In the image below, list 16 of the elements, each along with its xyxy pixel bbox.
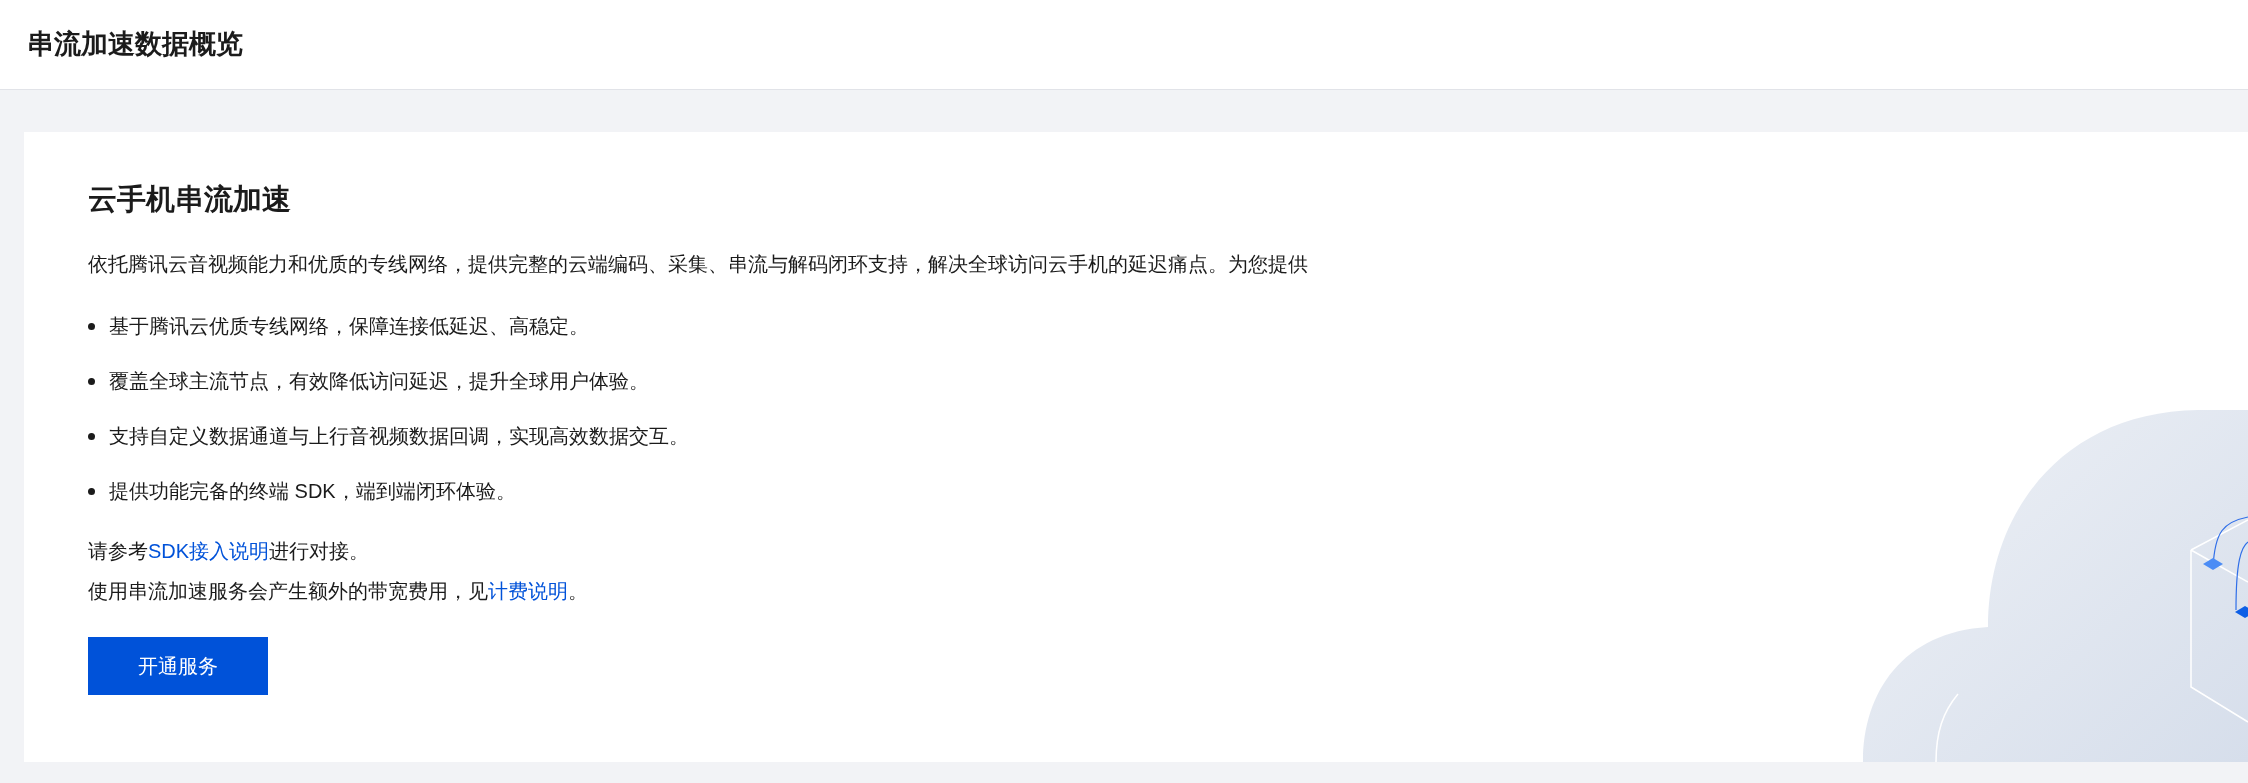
feature-text: 支持自定义数据通道与上行音视频数据回调，实现高效数据交互。 [109, 424, 689, 450]
bullet-icon [88, 322, 95, 330]
card-title: 云手机串流加速 [88, 182, 292, 217]
bullet-icon [88, 377, 95, 385]
intro-text: 依托腾讯云音视频能力和优质的专线网络，提供完整的云端编码、采集、串流与解码闭环支持，解决全球访问云手机的延迟痛点。为您提供 [88, 251, 1309, 277]
bullet-icon [88, 487, 95, 495]
doc-link[interactable]: 计费说明 [488, 579, 568, 602]
activate-service-button[interactable]: 开通服务 [88, 636, 268, 695]
feature-text: 提供功能完备的终端 SDK，端到端闭环体验。 [109, 479, 516, 505]
doc-link[interactable]: SDK接入说明 [148, 539, 270, 562]
note-text: 使用串流加速服务会产生额外的带宽费用，见计费说明。 [88, 578, 589, 604]
note-text: 请参考SDK接入说明进行对接。 [88, 538, 371, 564]
bullet-icon [88, 432, 95, 440]
page-title: 串流加速数据概览 [27, 28, 243, 61]
feature-text: 覆盖全球主流节点，有效降低访问延迟，提升全球用户体验。 [109, 369, 649, 395]
feature-text: 基于腾讯云优质专线网络，保障连接低延迟、高稳定。 [109, 314, 589, 340]
